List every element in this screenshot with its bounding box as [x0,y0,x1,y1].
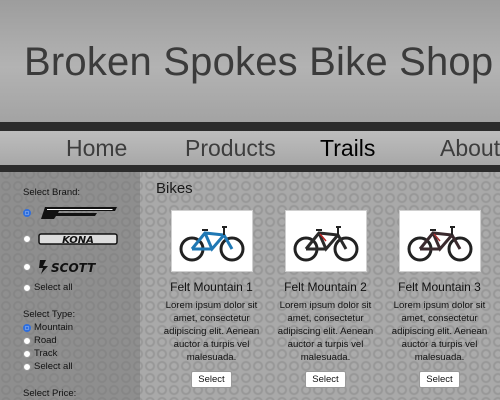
bike-icon [293,226,358,262]
product-description: Lorem ipsum dolor sit amet, consectetur … [163,300,260,363]
product-title: Felt Mountain 2 [284,280,367,294]
nav-home[interactable]: Home [66,135,127,162]
nav-top-stripe [0,122,500,131]
nav-trails[interactable]: Trails [320,135,375,162]
brand-heading: Select Brand: [23,187,81,198]
type-select-all-radio[interactable] [23,362,31,371]
product-title: Felt Mountain 3 [398,280,481,294]
nav-about[interactable]: About [440,135,500,162]
brand-option-select-all[interactable]: Select all [23,282,73,293]
type-option-track[interactable]: Track [23,348,57,359]
product-description: Lorem ipsum dolor sit amet, consectetur … [277,300,374,363]
type-track-label: Track [34,348,58,359]
type-track-radio[interactable] [23,349,31,358]
product-image [398,210,481,272]
type-heading: Select Type: [23,309,76,320]
site-header: Broken Spokes Bike Shop [0,0,500,122]
type-option-mountain[interactable]: Mountain [23,322,73,333]
brand-felt-radio[interactable] [23,209,31,217]
type-road-radio[interactable] [23,336,31,345]
product-card: Felt Mountain 3 Lorem ipsum dolor sit am… [382,210,497,388]
product-description: Lorem ipsum dolor sit amet, consectetur … [391,300,488,363]
brand-option-scott[interactable]: SCOTT [23,259,127,275]
type-option-select-all[interactable]: Select all [23,361,73,372]
product-card: Felt Mountain 2 Lorem ipsum dolor sit am… [268,210,383,388]
product-card: Felt Mountain 1 Lorem ipsum dolor sit am… [154,210,269,388]
select-button[interactable]: Select [305,371,346,388]
nav-bottom-stripe [0,165,500,172]
bike-icon [407,226,472,262]
select-button[interactable]: Select [419,371,460,388]
type-road-label: Road [34,335,57,346]
product-image [170,210,253,272]
price-heading: Select Price: [23,388,77,399]
product-image [284,210,367,272]
site-title: Broken Spokes Bike Shop [24,40,494,84]
type-mountain-label: Mountain [34,322,74,333]
nav-products[interactable]: Products [185,135,276,162]
brand-option-felt[interactable] [23,206,119,220]
main-nav: Home Products Trails About [0,131,500,165]
brand-option-kona[interactable]: KONA [23,232,119,246]
select-button[interactable]: Select [191,371,232,388]
brand-select-all-radio[interactable] [23,283,31,292]
brand-select-all-label: Select all [34,282,73,293]
brand-kona-radio[interactable] [23,235,31,243]
type-option-road[interactable]: Road [23,335,57,346]
product-title: Felt Mountain 1 [170,280,253,294]
type-select-all-label: Select all [34,361,73,372]
section-title: Bikes [156,180,193,197]
filter-sidebar: Select Brand: KONA SCOTT Select all Sele… [0,172,140,400]
scott-logo: SCOTT [39,260,96,275]
bike-icon [179,226,244,262]
type-mountain-radio[interactable] [23,323,31,332]
felt-logo [41,207,117,219]
kona-logo: KONA [38,233,118,246]
svg-text:SCOTT: SCOTT [51,261,96,275]
bike-frame [190,231,233,252]
svg-text:KONA: KONA [62,235,94,246]
brand-scott-radio[interactable] [23,263,31,271]
